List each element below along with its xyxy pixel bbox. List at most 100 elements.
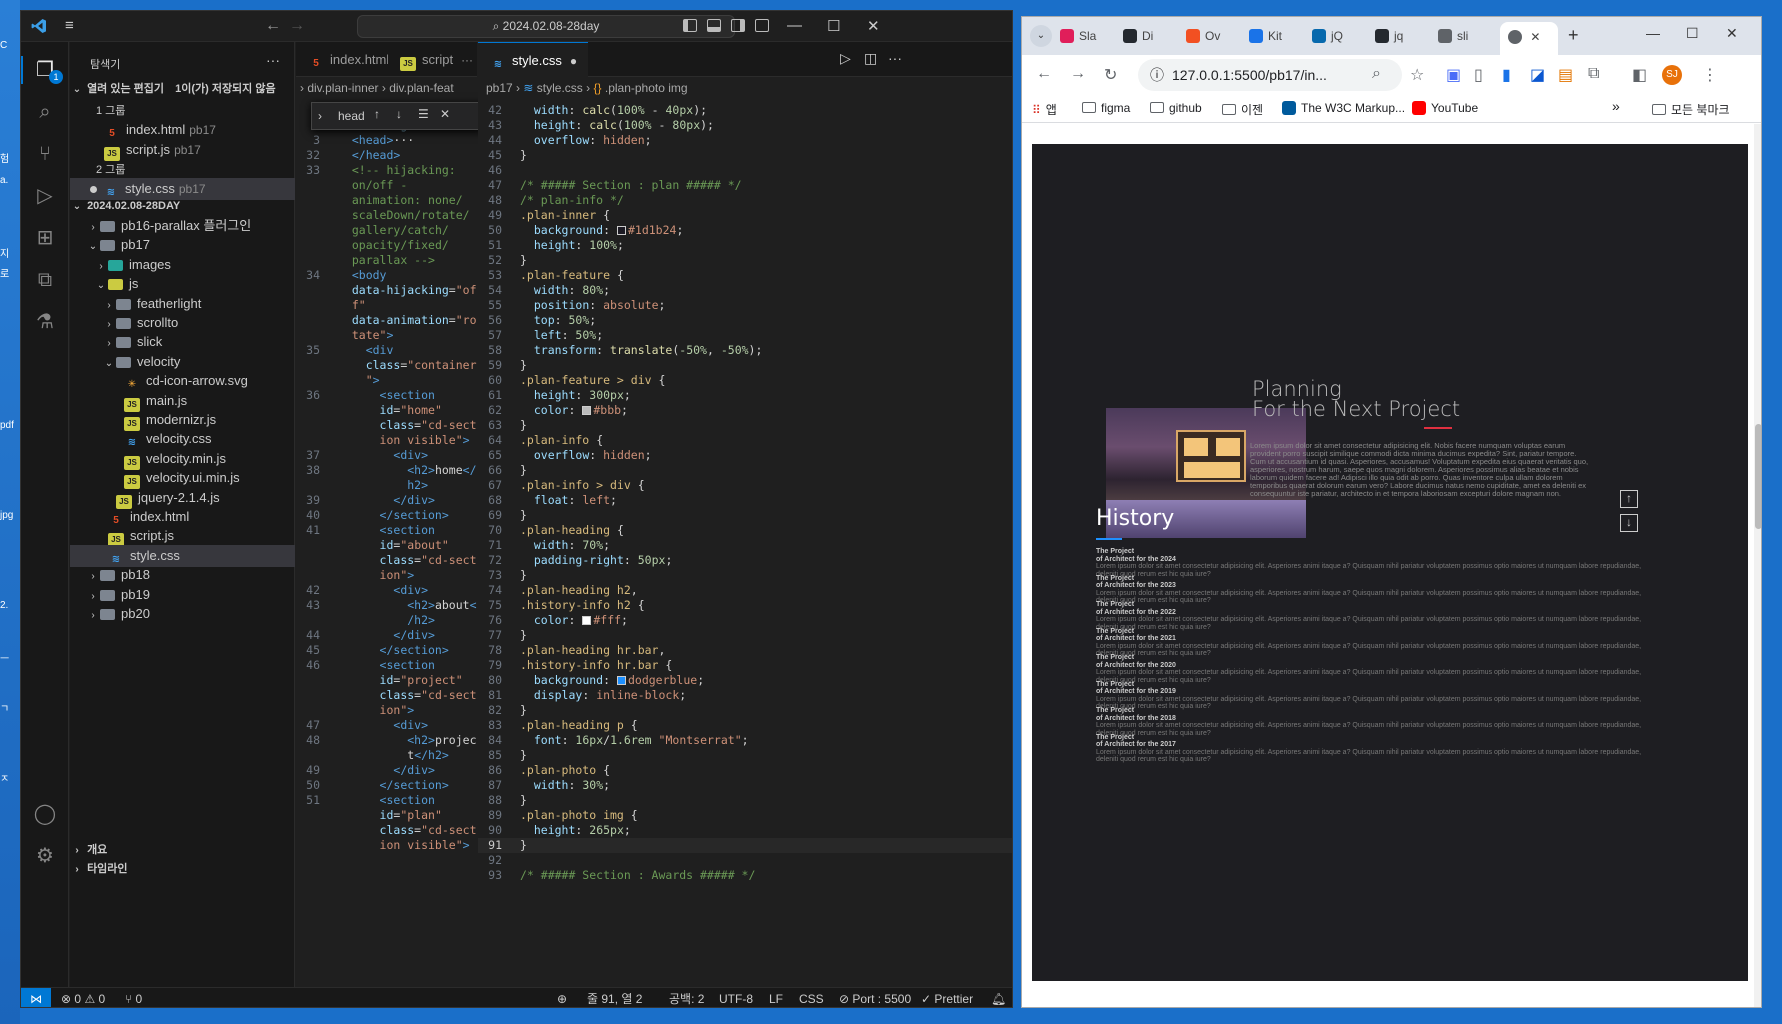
close-icon[interactable]: ✕ [1726, 25, 1738, 42]
prettier-status[interactable]: ✓ Prettier [921, 988, 973, 1007]
scroll-down-button[interactable]: ↓ [1620, 514, 1638, 532]
customize-layout-icon[interactable] [755, 19, 769, 32]
toggle-panel-icon[interactable] [707, 19, 721, 32]
chrome-tab[interactable]: jq [1375, 26, 1435, 48]
run-icon[interactable]: ▷ [840, 50, 851, 67]
remote-explorer-icon[interactable]: ⧉ [33, 268, 57, 292]
unsaved-dot-icon[interactable]: ● [570, 54, 577, 68]
chrome-tab[interactable]: sli [1438, 26, 1498, 48]
notifications-bell-icon[interactable]: 🔔︎ [991, 988, 1006, 1007]
chrome-tab[interactable]: Sla [1060, 26, 1120, 48]
desktop-icon-label[interactable]: 험 [0, 150, 20, 165]
extension-image-icon[interactable]: ▤ [1558, 65, 1573, 85]
bookmark-item[interactable]: ⠿ 앱 [1032, 101, 1057, 118]
find-in-selection-icon[interactable]: ☰ [418, 107, 429, 121]
find-input[interactable]: head [338, 109, 365, 123]
open-editors-header[interactable]: ⌄ 열려 있는 편집기 1이(가) 저장되지 않음 [70, 78, 295, 100]
extensions-puzzle-icon[interactable]: ⧉ [1588, 65, 1599, 83]
workspace-header[interactable]: ⌄ 2024.02.08-28DAY [70, 195, 295, 217]
profile-avatar[interactable]: SJ [1662, 65, 1682, 85]
desktop-icon-label[interactable]: 로 [0, 265, 20, 280]
cursor-position[interactable]: 줄 91, 열 2 [587, 988, 642, 1007]
ports-status[interactable]: ⑂ 0 [125, 988, 142, 1007]
back-arrow-icon[interactable]: ← [265, 17, 281, 35]
desktop-icon-label[interactable]: 2. [0, 600, 20, 611]
toggle-sidebar-icon[interactable] [683, 19, 697, 32]
tab-search-icon[interactable]: ⌄ [1030, 25, 1052, 47]
chrome-tab[interactable]: jQ [1312, 26, 1372, 48]
toggle-replace-icon[interactable]: › [318, 109, 322, 123]
extension-mobile-icon[interactable]: ▮ [1502, 65, 1511, 85]
desktop-icon-label[interactable]: ㅈ [0, 770, 20, 785]
zoom-icon[interactable]: ⌕ [1372, 65, 1381, 83]
right-code-editor[interactable]: 42 width: calc(100% - 40px); 43 height: c… [478, 99, 1012, 987]
tab-style-css[interactable]: ≋ style.css ● [478, 42, 588, 77]
new-tab-button[interactable]: + [1568, 25, 1579, 47]
encoding-status[interactable]: UTF-8 [719, 988, 753, 1007]
desktop-icon-label[interactable]: a. [0, 175, 20, 186]
chrome-menu-icon[interactable]: ⋮ [1702, 65, 1718, 85]
split-editor-icon[interactable]: ◫ [864, 50, 877, 67]
scroll-up-button[interactable]: ↑ [1620, 490, 1638, 508]
problems-status[interactable]: ⊗ 0 ⚠ 0 [61, 988, 105, 1007]
tree-item[interactable]: › pb20 [70, 603, 295, 625]
maximize-icon[interactable]: ☐ [827, 17, 840, 35]
breadcrumb-item[interactable]: pb17 [486, 81, 513, 95]
source-control-icon[interactable]: ⑂ [33, 142, 57, 166]
bookmark-item[interactable]: The W3C Markup... [1282, 101, 1405, 115]
run-debug-icon[interactable]: ▷ [33, 184, 57, 208]
tab-script-js[interactable]: JS script ··· [388, 42, 477, 77]
chrome-tab-active[interactable]: ✕ [1500, 22, 1558, 55]
chrome-tab[interactable]: Kit [1249, 26, 1309, 48]
desktop-icon-label[interactable]: C [0, 40, 20, 51]
close-icon[interactable]: ✕ [867, 17, 880, 35]
open-editor-item[interactable]: 5 index.html pb17 [70, 119, 295, 141]
site-info-icon[interactable]: ⓘ [1150, 59, 1164, 91]
more-tabs-icon[interactable]: ··· [461, 53, 473, 67]
previous-match-icon[interactable]: ↑ [374, 107, 380, 121]
desktop-icon-label[interactable]: jpg [0, 510, 20, 521]
back-arrow-icon[interactable]: ← [1036, 65, 1052, 83]
page-scrollbar[interactable] [1754, 124, 1761, 1007]
extension-colorpicker-icon[interactable]: ◪ [1530, 65, 1545, 85]
breadcrumb-item[interactable]: .plan-photo img [605, 81, 688, 95]
extensions-icon[interactable]: ⊞ [33, 226, 57, 250]
side-panel-icon[interactable]: ◧ [1632, 65, 1647, 85]
desktop-icon-label[interactable]: pdf [0, 420, 20, 431]
extension-translate-icon[interactable]: ▣ [1446, 65, 1461, 85]
breadcrumb-item[interactable]: div.plan-feat [389, 81, 453, 95]
address-bar[interactable]: ⓘ 127.0.0.1:5500/pb17/in... [1138, 59, 1402, 91]
desktop-icon-label[interactable]: ㅡ [0, 650, 20, 665]
forward-arrow-icon[interactable]: → [289, 17, 305, 35]
left-code-editor[interactable]: 1<!DOCTYPE html>2<html lang="ko">3 <head… [296, 99, 477, 987]
bookmark-item[interactable]: figma [1082, 101, 1130, 115]
language-mode[interactable]: CSS [799, 988, 824, 1007]
close-tab-icon[interactable]: ✕ [1530, 30, 1540, 44]
eol-status[interactable]: LF [769, 988, 783, 1007]
chrome-tab[interactable]: Ov [1186, 26, 1246, 48]
tab-index-html[interactable]: 5index.html✕ [296, 42, 388, 77]
settings-gear-icon[interactable]: ⚙ [33, 844, 57, 868]
more-bookmarks-icon[interactable]: » [1612, 98, 1620, 114]
maximize-icon[interactable]: ☐ [1686, 25, 1699, 42]
more-actions-icon[interactable]: ··· [266, 52, 280, 68]
minimize-icon[interactable]: — [787, 17, 802, 34]
hamburger-menu-icon[interactable]: ≡ [65, 18, 74, 33]
next-match-icon[interactable]: ↓ [396, 107, 402, 121]
reload-icon[interactable]: ↻ [1104, 65, 1117, 85]
forward-arrow-icon[interactable]: → [1070, 65, 1086, 83]
close-find-icon[interactable]: ✕ [440, 107, 450, 121]
breadcrumb-item[interactable]: style.css [537, 81, 583, 95]
desktop-icon-label[interactable]: 지 [0, 245, 20, 260]
live-server-port[interactable]: ⊘ Port : 5500 [839, 988, 911, 1007]
more-actions-icon[interactable]: ··· [888, 50, 902, 66]
bookmark-item[interactable]: github [1150, 101, 1202, 115]
extension-page-icon[interactable]: ▯ [1474, 65, 1483, 85]
chrome-tab[interactable]: Di [1123, 26, 1183, 48]
breadcrumb-item[interactable]: div.plan-inner [307, 81, 378, 95]
bookmark-item[interactable]: 이젠 [1222, 101, 1263, 118]
toggle-secondary-sidebar-icon[interactable] [731, 19, 745, 32]
desktop-icon-label[interactable]: ㄱ [0, 700, 20, 715]
indentation-status[interactable]: 공백: 2 [669, 988, 704, 1007]
minimize-icon[interactable]: — [1646, 25, 1660, 41]
